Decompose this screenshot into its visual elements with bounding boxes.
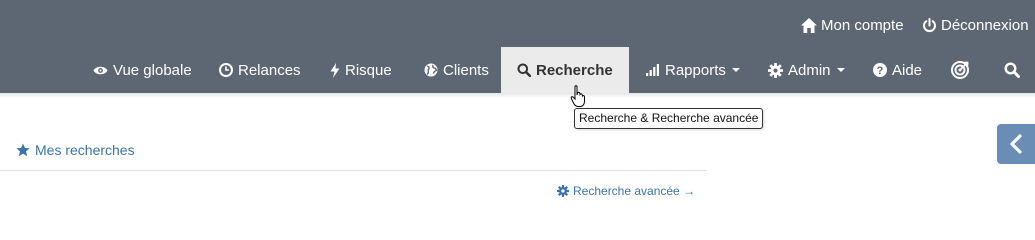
- search-icon: [1004, 62, 1020, 78]
- search-icon: [517, 63, 531, 77]
- nav-item-admin[interactable]: Admin: [768, 47, 845, 93]
- question-circle-icon: ?: [873, 63, 887, 77]
- gear-icon: [768, 62, 783, 78]
- bar-chart-icon: [646, 64, 659, 76]
- eye-icon: [93, 66, 108, 74]
- nav-item-label: Recherche: [536, 61, 613, 79]
- nav-item-label: Admin: [788, 61, 831, 79]
- logout-label: Déconnexion: [941, 16, 1029, 34]
- advanced-search-label: Recherche avancée →: [573, 184, 696, 198]
- nav-item-search[interactable]: [1004, 47, 1025, 93]
- nav-item-label: Relances: [238, 61, 301, 79]
- hand-cursor-icon: [570, 85, 585, 107]
- power-icon: [923, 17, 936, 32]
- advanced-search-link[interactable]: Recherche avancée →: [557, 183, 695, 199]
- star-icon: [16, 143, 30, 157]
- nav-item-label: Risque: [345, 61, 392, 79]
- target-icon: [951, 61, 969, 79]
- side-panel-toggle[interactable]: [997, 124, 1035, 164]
- bolt-icon: [330, 62, 340, 78]
- nav-shadow: [0, 93, 1035, 98]
- logout-link[interactable]: Déconnexion: [922, 15, 1029, 35]
- nav-item-label: Rapports: [665, 61, 726, 79]
- nav-item-rapports[interactable]: Rapports: [646, 47, 740, 93]
- saved-searches-link[interactable]: Mes recherches: [16, 141, 135, 159]
- svg-text:?: ?: [877, 65, 884, 77]
- saved-searches-label: Mes recherches: [35, 142, 135, 158]
- gear-icon: [557, 185, 569, 197]
- nav-item-vue-globale[interactable]: Vue globale: [93, 47, 192, 93]
- nav-item-risque[interactable]: Risque: [330, 47, 392, 93]
- nav-item-recherche[interactable]: Recherche: [501, 47, 629, 93]
- chevron-left-icon: [1010, 134, 1022, 154]
- divider: [0, 170, 707, 171]
- nav-item-aide[interactable]: ? Aide: [873, 47, 922, 93]
- nav-item-label: Clients: [443, 61, 489, 79]
- chevron-down-icon: [731, 68, 740, 72]
- home-icon: [801, 17, 817, 33]
- nav-item-label: Aide: [892, 61, 923, 79]
- nav-item-target[interactable]: [950, 47, 975, 93]
- clock-icon: [219, 63, 233, 77]
- globe-icon: [424, 63, 438, 77]
- nav-item-clients[interactable]: Clients: [424, 47, 489, 93]
- my-account-label: Mon compte: [821, 16, 904, 34]
- nav-item-label: Vue globale: [113, 61, 192, 79]
- tooltip: Recherche & Recherche avancée: [574, 108, 764, 129]
- my-account-link[interactable]: Mon compte: [801, 15, 904, 35]
- nav-item-relances[interactable]: Relances: [219, 47, 301, 93]
- chevron-down-icon: [836, 68, 845, 72]
